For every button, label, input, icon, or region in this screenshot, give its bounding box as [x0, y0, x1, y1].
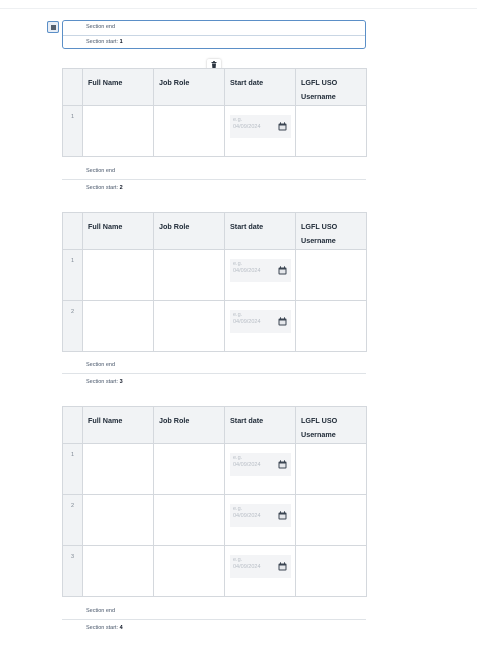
table-header-row: Full Name Job Role Start date LGFL USO U… [62, 68, 367, 106]
column-header-start-date: Start date [224, 212, 296, 250]
column-header-job-role: Job Role [153, 68, 225, 106]
calendar-icon[interactable] [278, 562, 287, 571]
start-date-cell: e.g. 04/09/2024 [224, 105, 296, 157]
lgfl-username-cell[interactable] [295, 300, 367, 352]
full-name-cell[interactable] [82, 443, 154, 495]
section-divider [62, 179, 366, 180]
start-date-input[interactable]: e.g. 04/09/2024 [230, 310, 291, 333]
column-header-lgfl-username: LGFL USO Username [295, 406, 367, 444]
lgfl-username-cell[interactable] [295, 545, 367, 597]
section-end-label: Section end [86, 168, 116, 174]
table-row: 2 e.g. 04/09/2024 [62, 300, 367, 352]
row-number-header [62, 68, 83, 106]
row-number: 1 [62, 249, 83, 301]
lgfl-username-cell[interactable] [295, 443, 367, 495]
column-header-job-role: Job Role [153, 406, 225, 444]
section-end-label: Section end [86, 24, 116, 30]
full-name-cell[interactable] [82, 545, 154, 597]
calendar-icon[interactable] [278, 460, 287, 469]
row-number-header [62, 406, 83, 444]
calendar-icon[interactable] [278, 317, 287, 326]
column-header-job-role: Job Role [153, 212, 225, 250]
start-date-input[interactable]: e.g. 04/09/2024 [230, 115, 291, 138]
column-header-lgfl-username: LGFL USO Username [295, 212, 367, 250]
full-name-cell[interactable] [82, 105, 154, 157]
table-row: 3 e.g. 04/09/2024 [62, 545, 367, 597]
job-role-cell[interactable] [153, 300, 225, 352]
column-header-lgfl-username: LGFL USO Username [295, 68, 367, 106]
calendar-icon[interactable] [278, 122, 287, 131]
table-header-row: Full Name Job Role Start date LGFL USO U… [62, 212, 367, 250]
table-row: 1 e.g. 04/09/2024 [62, 249, 367, 301]
start-date-cell: e.g. 04/09/2024 [224, 494, 296, 546]
start-date-input[interactable]: e.g. 04/09/2024 [230, 504, 291, 527]
row-number: 3 [62, 545, 83, 597]
top-divider [0, 8, 477, 9]
section-divider [62, 373, 366, 374]
job-role-cell[interactable] [153, 443, 225, 495]
column-header-full-name: Full Name [82, 212, 154, 250]
start-date-cell: e.g. 04/09/2024 [224, 545, 296, 597]
full-name-cell[interactable] [82, 249, 154, 301]
job-role-cell[interactable] [153, 545, 225, 597]
job-role-cell[interactable] [153, 249, 225, 301]
start-date-input[interactable]: e.g. 04/09/2024 [230, 453, 291, 476]
staff-table-2: Full Name Job Role Start date LGFL USO U… [62, 212, 367, 352]
start-date-input[interactable]: e.g. 04/09/2024 [230, 555, 291, 578]
table-header-row: Full Name Job Role Start date LGFL USO U… [62, 406, 367, 444]
full-name-cell[interactable] [82, 300, 154, 352]
column-header-full-name: Full Name [82, 406, 154, 444]
row-number: 2 [62, 494, 83, 546]
table-row: 2 e.g. 04/09/2024 [62, 494, 367, 546]
column-header-full-name: Full Name [82, 68, 154, 106]
row-number: 2 [62, 300, 83, 352]
section-start-label: Section start: 1 [86, 39, 123, 45]
calendar-icon[interactable] [278, 266, 287, 275]
lgfl-username-cell[interactable] [295, 105, 367, 157]
drag-handle-icon[interactable] [47, 21, 59, 33]
row-number-header [62, 212, 83, 250]
staff-table-3: Full Name Job Role Start date LGFL USO U… [62, 406, 367, 597]
start-date-cell: e.g. 04/09/2024 [224, 249, 296, 301]
table-row: 1 e.g. 04/09/2024 [62, 443, 367, 495]
staff-table-1: Full Name Job Role Start date LGFL USO U… [62, 68, 367, 157]
section-end-row: Section end [63, 21, 365, 35]
start-date-cell: e.g. 04/09/2024 [224, 300, 296, 352]
column-header-start-date: Start date [224, 406, 296, 444]
section-end-label: Section end [86, 608, 116, 614]
calendar-icon[interactable] [278, 511, 287, 520]
row-number: 1 [62, 443, 83, 495]
lgfl-username-cell[interactable] [295, 494, 367, 546]
selected-section-block[interactable]: Section end Section start: 1 [62, 20, 366, 49]
job-role-cell[interactable] [153, 494, 225, 546]
start-date-input[interactable]: e.g. 04/09/2024 [230, 259, 291, 282]
section-end-label: Section end [86, 362, 116, 368]
full-name-cell[interactable] [82, 494, 154, 546]
start-date-cell: e.g. 04/09/2024 [224, 443, 296, 495]
table-row: 1 e.g. 04/09/2024 [62, 105, 367, 157]
section-divider [62, 619, 366, 620]
section-start-label: Section start: 3 [86, 379, 123, 385]
section-start-row: Section start: 1 [63, 35, 365, 50]
job-role-cell[interactable] [153, 105, 225, 157]
lgfl-username-cell[interactable] [295, 249, 367, 301]
row-number: 1 [62, 105, 83, 157]
column-header-start-date: Start date [224, 68, 296, 106]
section-start-label: Section start: 2 [86, 185, 123, 191]
section-start-label: Section start: 4 [86, 625, 123, 631]
